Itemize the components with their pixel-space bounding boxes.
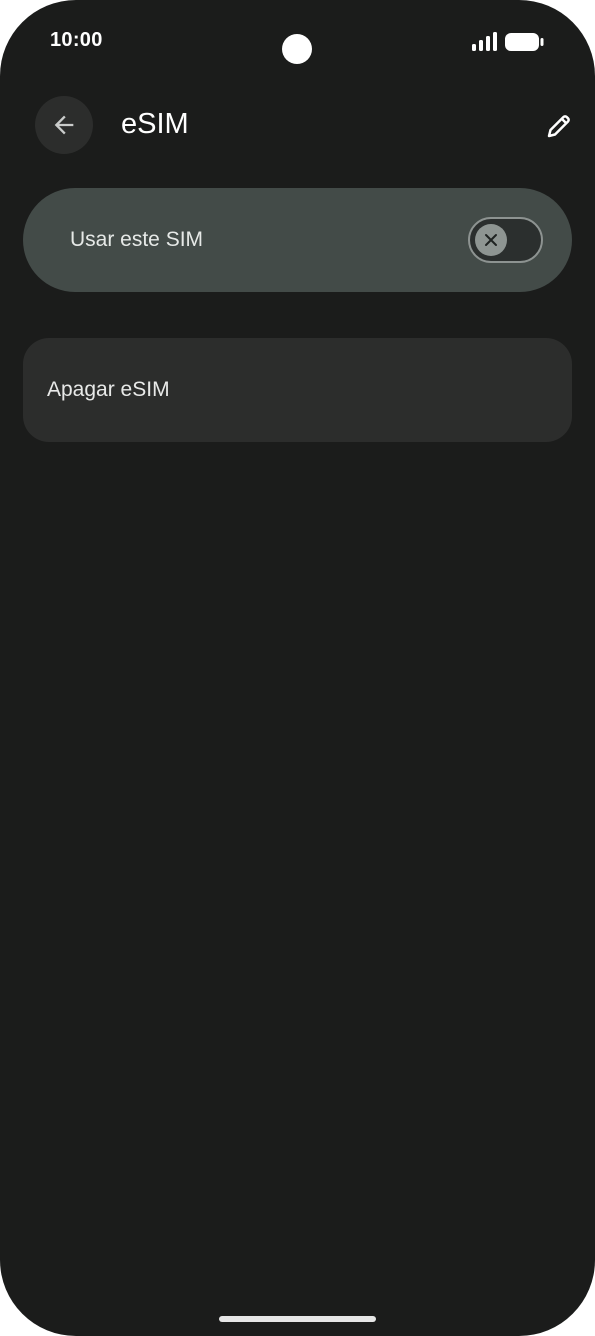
edit-button[interactable] <box>538 105 580 147</box>
use-sim-toggle[interactable] <box>468 217 543 263</box>
delete-esim-row[interactable]: Apagar eSIM <box>23 338 572 442</box>
pencil-icon <box>547 115 570 138</box>
page-title: eSIM <box>121 108 189 140</box>
home-indicator[interactable] <box>219 1316 376 1322</box>
delete-esim-label: Apagar eSIM <box>47 378 170 401</box>
status-time: 10:00 <box>50 29 103 51</box>
use-sim-row[interactable]: Usar este SIM <box>23 188 572 292</box>
phone-screen: 10:00 eSIM Usar este SIM Apagar eSIM <box>0 0 595 1336</box>
back-button[interactable] <box>35 96 93 154</box>
use-sim-label: Usar este SIM <box>70 228 204 251</box>
arrow-left-icon <box>54 115 74 135</box>
signal-icon <box>472 32 497 51</box>
close-icon <box>485 234 497 246</box>
camera-cutout <box>282 34 312 64</box>
toggle-thumb <box>475 224 507 256</box>
app-bar: eSIM <box>0 95 595 155</box>
status-bar: 10:00 <box>0 0 595 90</box>
battery-icon <box>505 33 544 51</box>
